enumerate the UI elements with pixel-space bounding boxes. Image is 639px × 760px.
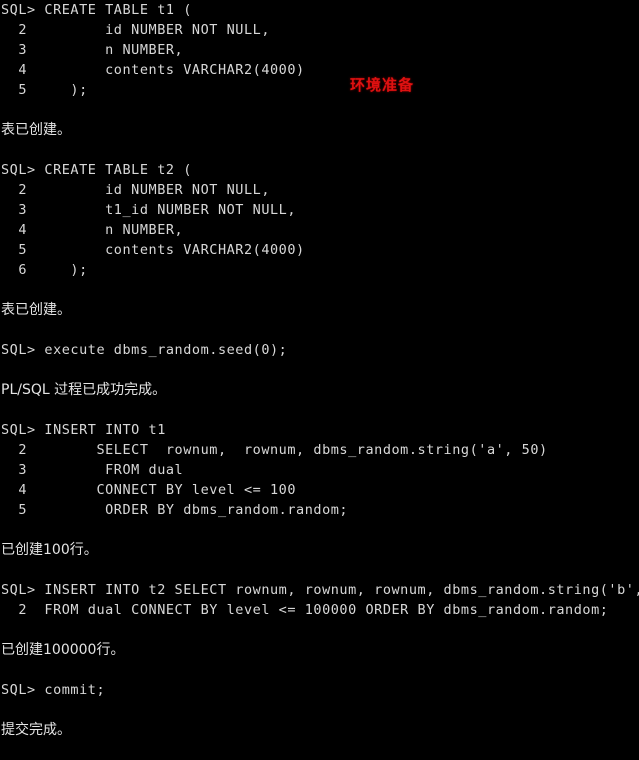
terminal-line: SQL> INSERT INTO t1 xyxy=(1,422,166,438)
terminal-line: 2 id NUMBER NOT NULL, xyxy=(1,182,271,198)
terminal-line: SQL> CREATE TABLE t1 ( xyxy=(1,2,192,18)
terminal-line: 3 n NUMBER, xyxy=(1,42,184,58)
terminal-line-output: 已创建100行。 xyxy=(1,542,98,558)
terminal-line: 4 n NUMBER, xyxy=(1,222,184,238)
terminal-line-output: PL/SQL 过程已成功完成。 xyxy=(1,382,167,398)
terminal-line: 2 FROM dual CONNECT BY level <= 100000 O… xyxy=(1,602,609,618)
terminal-line: 3 t1_id NUMBER NOT NULL, xyxy=(1,202,297,218)
terminal-line-output: 表已创建。 xyxy=(1,302,71,318)
terminal-line: 5 contents VARCHAR2(4000) xyxy=(1,242,305,258)
terminal-line: 4 CONNECT BY level <= 100 xyxy=(1,482,297,498)
terminal-line-output: 已创建100000行。 xyxy=(1,642,125,658)
terminal-line: 2 SELECT rownum, rownum, dbms_random.str… xyxy=(1,442,548,458)
terminal-line: SQL> commit; xyxy=(1,682,106,698)
terminal-line: 3 FROM dual xyxy=(1,462,184,478)
terminal-line: 5 ); xyxy=(1,82,88,98)
terminal-line: 6 ); xyxy=(1,262,88,278)
annotation-label: 环境准备 xyxy=(350,76,415,94)
terminal-line: 5 ORDER BY dbms_random.random; xyxy=(1,502,349,518)
terminal-line-output: 提交完成。 xyxy=(1,722,71,738)
terminal-cursor xyxy=(1,580,9,596)
terminal-console[interactable]: SQL> CREATE TABLE t1 ( 2 id NUMBER NOT N… xyxy=(0,0,639,738)
terminal-line: SQL> CREATE TABLE t2 ( xyxy=(1,162,192,178)
terminal-line: 4 contents VARCHAR2(4000) xyxy=(1,62,305,78)
terminal-line: SQL> INSERT INTO t2 SELECT rownum, rownu… xyxy=(1,582,639,598)
terminal-line: 2 id NUMBER NOT NULL, xyxy=(1,22,271,38)
terminal-line: SQL> execute dbms_random.seed(0); xyxy=(1,342,288,358)
terminal-line-output: 表已创建。 xyxy=(1,122,71,138)
